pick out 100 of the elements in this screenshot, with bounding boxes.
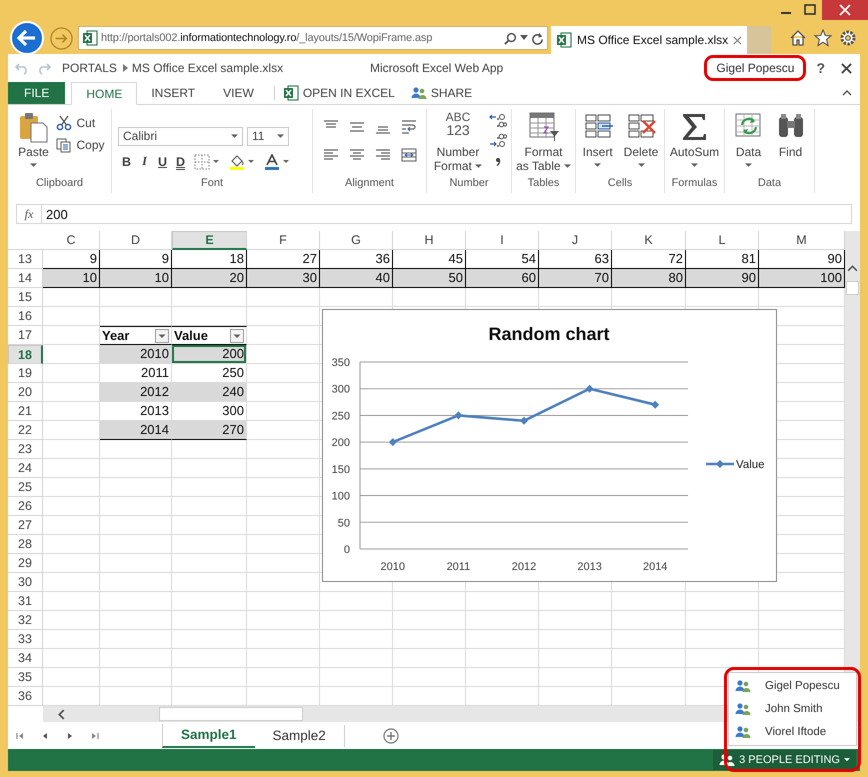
ribbon-tab[interactable]: VIEW [209,82,268,104]
scroll-left-icon[interactable] [58,708,65,720]
row-header[interactable]: 27 [8,516,43,535]
sheet-tab[interactable]: Sample2 [254,724,345,746]
scrollbar-thumb[interactable] [159,707,303,721]
caret-icon [638,163,644,168]
filter-dropdown-icon[interactable] [155,328,169,342]
font-color-icon[interactable] [264,154,290,170]
row-header[interactable]: 34 [8,649,43,668]
row-header[interactable]: 21 [8,402,43,421]
row-header[interactable]: 28 [8,535,43,554]
axis-label: 2012 [512,561,536,573]
copy-button[interactable]: Copy [56,137,104,153]
autosum-button[interactable]: AutoSum [666,111,722,168]
column-header[interactable]: E [172,231,247,250]
row-header[interactable]: 19 [8,364,43,383]
function-label[interactable]: fx [16,204,42,224]
data-button[interactable]: Data [730,111,768,168]
ribbon-tab[interactable]: INSERT [137,82,210,104]
column-header[interactable]: J [539,231,612,250]
file-tab[interactable]: FILE [8,82,66,104]
first-sheet-icon[interactable] [16,732,24,740]
collapse-ribbon-icon[interactable] [842,90,852,96]
filter-dropdown-icon[interactable] [230,328,244,342]
help-button[interactable]: ? [816,60,825,76]
cut-button[interactable]: Cut [56,115,104,131]
row-header[interactable]: 20 [8,383,43,402]
row-header[interactable]: 32 [8,611,43,630]
caret-icon[interactable] [520,35,528,41]
column-header[interactable]: I [466,231,539,250]
format-as-table-button[interactable]: Format as Table [513,111,574,173]
row-header[interactable]: 22 [8,421,43,440]
find-button[interactable]: Find [772,111,810,159]
row-header[interactable]: 18 [8,345,43,364]
delete-cells-button[interactable]: Delete [620,111,662,168]
share-tab[interactable]: SHARE [426,82,484,104]
settings-icon[interactable] [839,29,857,47]
double-underline-button[interactable]: D [176,154,185,168]
open-in-app-tab[interactable]: OPEN IN EXCEL [298,82,407,104]
row-header[interactable]: 31 [8,592,43,611]
close-icon[interactable] [822,0,868,20]
home-icon[interactable] [789,29,807,47]
row-header[interactable]: 30 [8,573,43,592]
star-icon[interactable] [814,29,832,47]
scroll-up-icon[interactable] [847,265,858,272]
column-header[interactable]: L [686,231,759,250]
back-icon[interactable] [10,21,44,55]
row-header[interactable]: 26 [8,497,43,516]
spreadsheet-cell: 40 [320,269,393,288]
paste-button[interactable]: Paste [14,111,52,168]
breadcrumb-link[interactable]: PORTALS [62,61,117,75]
fill-color-icon[interactable] [229,154,255,170]
column-header[interactable]: G [320,231,393,250]
number-format-button[interactable]: ABC 123 Number Format [430,111,486,173]
spreadsheet-cell: 270 [172,421,247,440]
row-header[interactable]: 15 [8,288,43,307]
column-header[interactable]: H [393,231,466,250]
row-header[interactable]: 33 [8,630,43,649]
close-icon[interactable] [841,62,852,74]
row-header[interactable]: 16 [8,307,43,326]
spreadsheet-cell [100,668,172,687]
search-icon[interactable] [504,32,517,44]
row-header[interactable]: 13 [8,250,43,269]
column-header[interactable]: K [612,231,686,250]
merge-cells-icon[interactable] [400,147,416,163]
font-family-dropdown[interactable]: Calibri [118,126,243,146]
font-size-dropdown[interactable]: 11 [247,126,289,146]
browser-tab[interactable]: MS Office Excel sample.xlsx [551,26,747,54]
row-header[interactable]: 25 [8,478,43,497]
people-editing-button[interactable]: 3 PEOPLE EDITING [713,750,856,770]
underline-button[interactable]: U [158,154,167,168]
spreadsheet-cell [43,516,100,535]
person-item[interactable]: John Smith [729,698,856,720]
refresh-icon[interactable] [531,32,544,44]
person-item[interactable]: Gigel Popescu [729,675,856,698]
scrollbar-thumb[interactable] [846,281,859,295]
person-item[interactable]: Viorel Iftode [729,720,856,743]
italic-button[interactable]: I [140,154,149,169]
previous-sheet-icon[interactable] [41,732,49,740]
address-bar[interactable]: http://portals002.informationtechnology.ro/_layouts/15/WopiFrame.asp [78,26,548,50]
decrease-decimal-icon[interactable] [489,133,508,149]
spreadsheet-cell: 240 [172,383,247,402]
row-header[interactable]: 35 [8,668,43,687]
row-header[interactable]: 29 [8,554,43,573]
column-header[interactable]: C [43,231,100,250]
borders-icon[interactable] [194,154,220,170]
increase-decimal-icon[interactable] [489,113,508,129]
row-header[interactable]: 24 [8,459,43,478]
next-sheet-icon[interactable] [66,732,74,740]
formula-input[interactable]: 200 [42,204,852,224]
insert-cells-button[interactable]: Insert [578,111,617,168]
add-sheet-icon[interactable] [382,728,399,744]
row-header[interactable]: 36 [8,687,43,706]
bold-button[interactable]: B [122,154,131,168]
user-name[interactable]: Gigel Popescu [716,61,794,75]
column-header[interactable]: F [247,231,320,250]
wrap-text-icon[interactable] [400,119,416,135]
row-header[interactable]: 23 [8,440,43,459]
ribbon-tab[interactable]: HOME [71,82,138,105]
last-sheet-icon[interactable] [91,732,99,740]
